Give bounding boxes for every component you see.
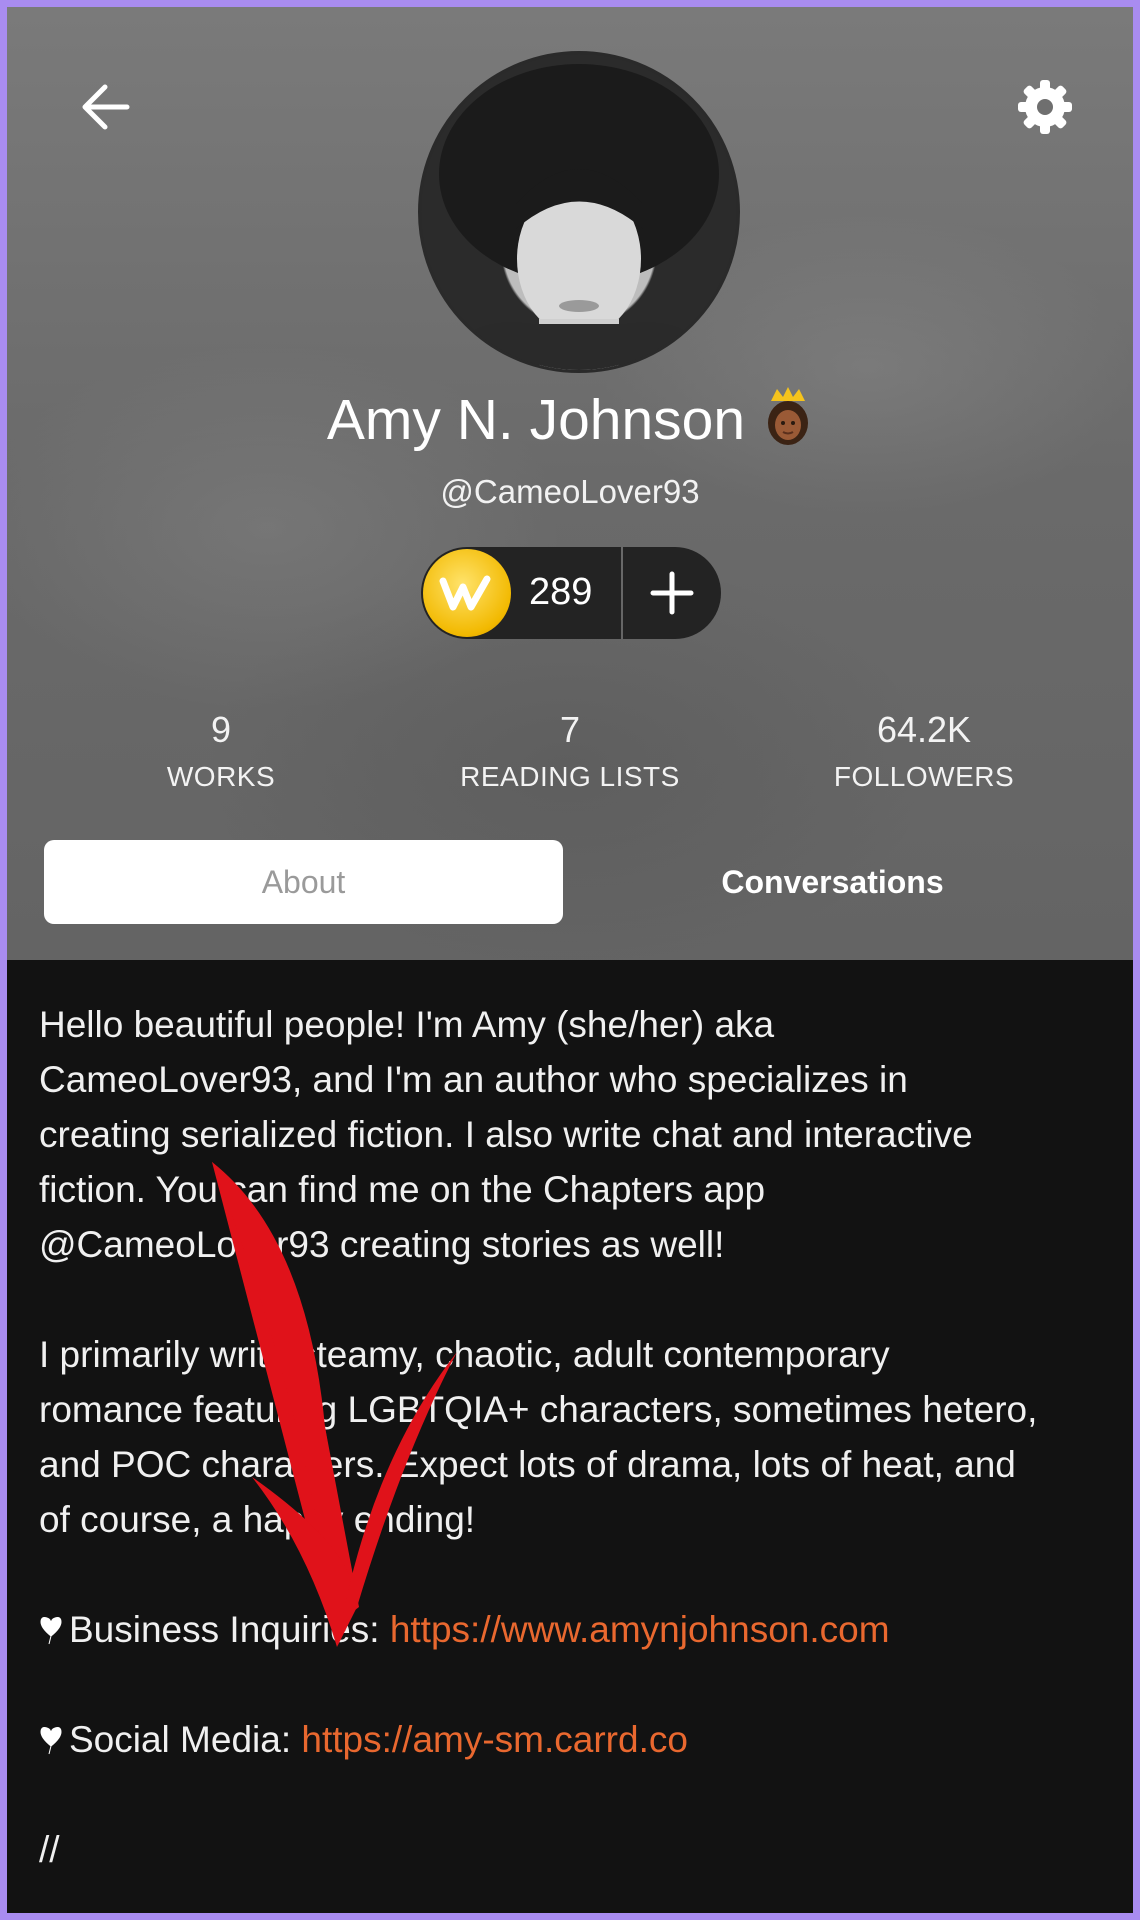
- social-media-line: Social Media: https://amy-sm.carrd.co: [39, 1712, 1109, 1767]
- profile-handle: @CameoLover93: [440, 473, 700, 510]
- bio-line: and POC characters. Expect lots of drama…: [39, 1444, 1016, 1485]
- settings-button[interactable]: [1005, 67, 1085, 147]
- stat-reading-lists-label: READING LISTS: [460, 761, 680, 792]
- social-media-label: Social Media:: [69, 1719, 302, 1760]
- stat-works-value: 9: [210, 709, 232, 750]
- coin-balance: 289: [421, 547, 721, 639]
- business-inquiries-line: Business Inquiries: https://www.amynjohn…: [39, 1602, 1109, 1657]
- bio-line: creating serialized fiction. I also writ…: [39, 1114, 973, 1155]
- stat-followers-value: 64.2K: [876, 709, 972, 750]
- tab-conversations[interactable]: Conversations: [573, 840, 1092, 924]
- tab-about[interactable]: About: [44, 840, 563, 924]
- bio-line: romance featuring LGBTQIA+ characters, s…: [39, 1389, 1038, 1430]
- arrow-left-icon: [82, 84, 130, 130]
- princess-emoji-icon: [763, 387, 813, 459]
- business-url-link[interactable]: https://www.amynjohnson.com: [390, 1609, 890, 1650]
- stat-reading-lists-value: 7: [559, 709, 581, 750]
- bio-closing: //: [39, 1829, 60, 1870]
- business-inquiries-label: Business Inquiries:: [69, 1609, 390, 1650]
- bio-line: @CameoLover93 creating stories as well!: [39, 1224, 725, 1265]
- plus-icon: [650, 571, 694, 615]
- stat-works[interactable]: 9 WORKS: [91, 709, 351, 793]
- coin-count: 289: [529, 571, 593, 613]
- profile-header: Amy N. Johnson @CameoLover93 289 9 WORKS…: [7, 7, 1133, 960]
- profile-name: Amy N. Johnson: [7, 387, 1133, 459]
- heart-arrow-icon: [39, 1609, 69, 1650]
- stat-works-label: WORKS: [166, 761, 276, 792]
- stat-reading-lists[interactable]: 7 READING LISTS: [440, 709, 700, 793]
- stat-followers-label: FOLLOWERS: [833, 761, 1015, 792]
- stat-followers[interactable]: 64.2K FOLLOWERS: [794, 709, 1054, 793]
- wattpad-coin-icon: [423, 549, 511, 637]
- avatar-portrait: [439, 64, 719, 370]
- heart-arrow-icon: [39, 1719, 69, 1760]
- bio-line: fiction. You can find me on the Chapters…: [39, 1169, 766, 1210]
- app-frame: Amy N. Johnson @CameoLover93 289 9 WORKS…: [7, 7, 1133, 1913]
- bio-line: Hello beautiful people! I'm Amy (she/her…: [39, 1004, 775, 1045]
- avatar[interactable]: [418, 51, 740, 373]
- bio-line: I primarily write steamy, chaotic, adult…: [39, 1334, 890, 1375]
- bio-line: CameoLover93, and I'm an author who spec…: [39, 1059, 908, 1100]
- gear-icon: [1018, 80, 1072, 134]
- bio-section: Hello beautiful people! I'm Amy (she/her…: [39, 997, 1109, 1877]
- profile-name-text: Amy N. Johnson: [326, 388, 746, 452]
- bio-line: of course, a happy ending!: [39, 1499, 476, 1540]
- add-coins-button[interactable]: [623, 547, 721, 639]
- social-media-url-link[interactable]: https://amy-sm.carrd.co: [301, 1719, 688, 1760]
- back-button[interactable]: [67, 67, 147, 147]
- coin-pill[interactable]: 289: [421, 547, 621, 639]
